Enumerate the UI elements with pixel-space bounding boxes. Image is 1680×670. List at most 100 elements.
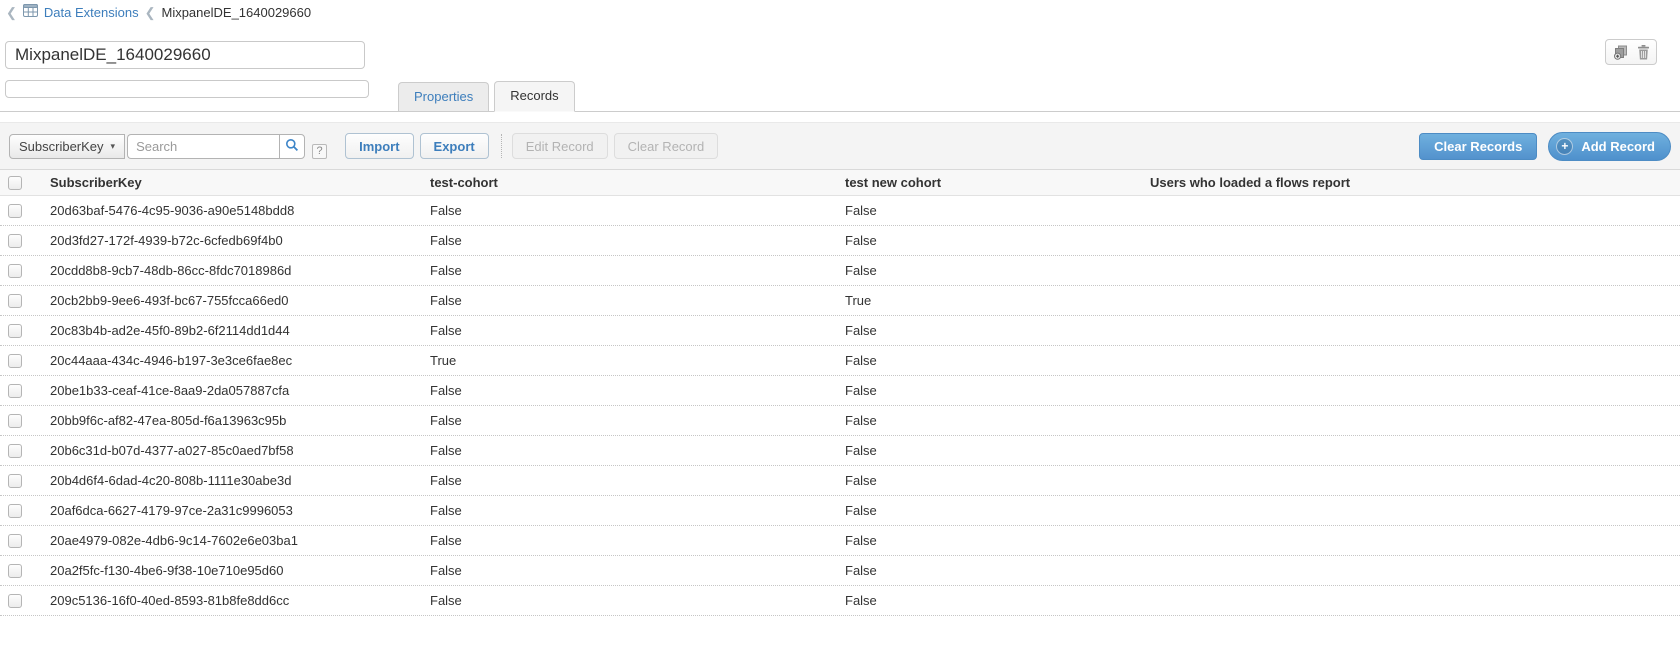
import-button[interactable]: Import [345,133,413,159]
records-toolbar: SubscriberKey ▾ ? Import Export Edit Rec… [0,122,1680,170]
plus-icon: + [1556,138,1573,155]
extension-name-input[interactable] [5,41,365,69]
breadcrumb-current-item: MixpanelDE_1640029660 [161,5,311,20]
table-row: 20be1b33-ceaf-41ce-8aa9-2da057887cfa Fal… [0,376,1680,406]
breadcrumb-data-extensions-link[interactable]: Data Extensions [44,5,139,20]
tab-properties[interactable]: Properties [398,82,489,111]
cell-test-new-cohort: True [835,293,1140,308]
search-input[interactable] [127,134,279,159]
duplicate-icon[interactable] [1613,45,1628,60]
cell-subscriber-key: 20b4d6f4-6dad-4c20-808b-1111e30abe3d [40,473,420,488]
tab-records[interactable]: Records [494,81,574,112]
cell-test-cohort: False [420,443,835,458]
select-all-checkbox[interactable] [8,176,22,190]
cell-test-new-cohort: False [835,353,1140,368]
cell-test-new-cohort: False [835,263,1140,278]
cell-test-new-cohort: False [835,323,1140,338]
cell-test-cohort: False [420,503,835,518]
cell-subscriber-key: 20d3fd27-172f-4939-b72c-6cfedb69f4b0 [40,233,420,248]
row-checkbox[interactable] [8,474,22,488]
column-header-test-cohort: test-cohort [420,175,835,190]
cell-test-new-cohort: False [835,563,1140,578]
trash-icon[interactable] [1637,45,1650,60]
cell-test-new-cohort: False [835,533,1140,548]
cell-test-new-cohort: False [835,413,1140,428]
cell-subscriber-key: 20af6dca-6627-4179-97ce-2a31c9996053 [40,503,420,518]
back-chevron-icon[interactable]: ❮ [6,6,17,19]
table-row: 20c83b4b-ad2e-45f0-89b2-6f2114dd1d44 Fal… [0,316,1680,346]
records-table: SubscriberKey test-cohort test new cohor… [0,170,1680,616]
row-checkbox[interactable] [8,594,22,608]
cell-test-new-cohort: False [835,443,1140,458]
table-row: 20bb9f6c-af82-47ea-805d-f6a13963c95b Fal… [0,406,1680,436]
row-checkbox[interactable] [8,354,22,368]
chevron-down-icon: ▾ [111,141,116,152]
cell-test-cohort: False [420,233,835,248]
column-header-subscriber-key: SubscriberKey [40,175,420,190]
table-body: 20d63baf-5476-4c95-9036-a90e5148bdd8 Fal… [0,196,1680,616]
add-record-button[interactable]: + Add Record [1548,132,1671,161]
cell-test-new-cohort: False [835,473,1140,488]
row-checkbox[interactable] [8,324,22,338]
row-checkbox[interactable] [8,264,22,278]
toolbar-divider [501,134,502,158]
clear-records-button[interactable]: Clear Records [1419,133,1537,160]
table-row: 20c44aaa-434c-4946-b197-3e3ce6fae8ec Tru… [0,346,1680,376]
cell-test-cohort: False [420,293,835,308]
search-field-dropdown[interactable]: SubscriberKey ▾ [9,134,125,159]
row-checkbox[interactable] [8,234,22,248]
cell-subscriber-key: 20be1b33-ceaf-41ce-8aa9-2da057887cfa [40,383,420,398]
cell-test-cohort: False [420,383,835,398]
cell-test-cohort: False [420,203,835,218]
table-row: 20a2f5fc-f130-4be6-9f38-10e710e95d60 Fal… [0,556,1680,586]
edit-record-button[interactable]: Edit Record [512,133,608,159]
cell-subscriber-key: 20ae4979-082e-4db6-9c14-7602e6e03ba1 [40,533,420,548]
cell-test-cohort: False [420,533,835,548]
table-row: 20d3fd27-172f-4939-b72c-6cfedb69f4b0 Fal… [0,226,1680,256]
clear-record-button[interactable]: Clear Record [614,133,719,159]
row-checkbox[interactable] [8,504,22,518]
cell-subscriber-key: 20bb9f6c-af82-47ea-805d-f6a13963c95b [40,413,420,428]
column-header-flows-report: Users who loaded a flows report [1140,175,1680,190]
row-checkbox[interactable] [8,414,22,428]
cell-test-new-cohort: False [835,593,1140,608]
row-checkbox[interactable] [8,384,22,398]
cell-test-cohort: False [420,413,835,428]
search-icon [285,138,299,155]
row-checkbox[interactable] [8,294,22,308]
breadcrumb-separator-icon: ❮ [145,6,156,19]
table-row: 20d63baf-5476-4c95-9036-a90e5148bdd8 Fal… [0,196,1680,226]
cell-test-cohort: False [420,593,835,608]
data-extension-records-page: ❮ Data Extensions ❮ MixpanelDE_164002966… [0,0,1680,670]
row-checkbox[interactable] [8,204,22,218]
row-checkbox[interactable] [8,534,22,548]
export-button[interactable]: Export [420,133,489,159]
table-row: 20cb2bb9-9ee6-493f-bc67-755fcca66ed0 Fal… [0,286,1680,316]
column-header-test-new-cohort: test new cohort [835,175,1140,190]
row-checkbox[interactable] [8,564,22,578]
cell-subscriber-key: 20cdd8b8-9cb7-48db-86cc-8fdc7018986d [40,263,420,278]
cell-subscriber-key: 20cb2bb9-9ee6-493f-bc67-755fcca66ed0 [40,293,420,308]
table-header-row: SubscriberKey test-cohort test new cohor… [0,170,1680,196]
table-row: 20b4d6f4-6dad-4c20-808b-1111e30abe3d Fal… [0,466,1680,496]
cell-test-new-cohort: False [835,233,1140,248]
add-record-label: Add Record [1581,139,1655,154]
cell-test-cohort: False [420,563,835,578]
cell-test-cohort: False [420,473,835,488]
search-field-dropdown-value: SubscriberKey [19,139,104,154]
table-row: 20ae4979-082e-4db6-9c14-7602e6e03ba1 Fal… [0,526,1680,556]
table-row: 20af6dca-6627-4179-97ce-2a31c9996053 Fal… [0,496,1680,526]
cell-test-cohort: True [420,353,835,368]
search-box [127,134,305,159]
table-row: 20cdd8b8-9cb7-48db-86cc-8fdc7018986d Fal… [0,256,1680,286]
search-button[interactable] [279,134,305,159]
breadcrumb: ❮ Data Extensions ❮ MixpanelDE_164002966… [6,3,311,21]
help-icon[interactable]: ? [312,144,327,159]
cell-test-new-cohort: False [835,383,1140,398]
cell-subscriber-key: 20a2f5fc-f130-4be6-9f38-10e710e95d60 [40,563,420,578]
cell-test-new-cohort: False [835,203,1140,218]
table-row: 209c5136-16f0-40ed-8593-81b8fe8dd6cc Fal… [0,586,1680,616]
cell-subscriber-key: 20b6c31d-b07d-4377-a027-85c0aed7bf58 [40,443,420,458]
table-row: 20b6c31d-b07d-4377-a027-85c0aed7bf58 Fal… [0,436,1680,466]
row-checkbox[interactable] [8,444,22,458]
